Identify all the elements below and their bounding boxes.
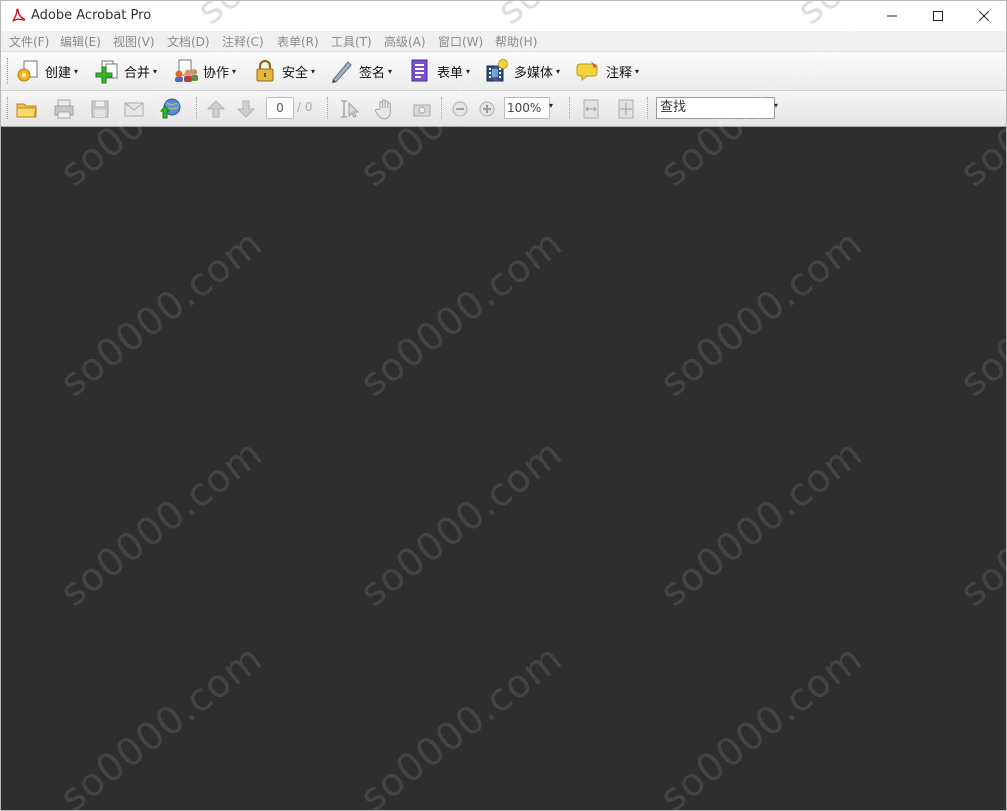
toolbar-grip[interactable] [7,58,10,84]
secure-label: 安全 [282,65,309,81]
maximize-button[interactable] [915,1,961,31]
close-button[interactable] [961,1,1006,31]
sign-dropdown-icon[interactable]: ▾ [388,67,392,76]
create-label: 创建 [45,65,72,81]
print-icon[interactable] [52,97,76,121]
combine-label: 合并 [124,65,151,81]
menu-window[interactable]: 窗口(W) [438,33,483,50]
minimize-icon [887,15,897,17]
menu-file[interactable]: 文件(F) [9,33,49,50]
minimize-button[interactable] [869,1,915,31]
create-pdf-icon [17,60,38,82]
toolbar-separator [569,97,571,119]
comment-dropdown-icon[interactable]: ▾ [635,67,639,76]
combine-dropdown-icon[interactable]: ▾ [153,67,157,76]
create-button[interactable]: 创建 ▾ [15,56,78,86]
open-folder-icon[interactable] [15,97,39,121]
menu-edit[interactable]: 编辑(E) [60,33,101,50]
toolbar-grip[interactable] [7,97,10,119]
close-icon [978,10,990,22]
pen-icon [332,61,352,83]
page-total: / 0 [297,100,313,114]
comment-label: 注释 [606,65,633,81]
menu-view[interactable]: 视图(V) [113,33,155,50]
acrobat-logo-icon [12,8,26,22]
form-icon [411,59,428,82]
zoom-dropdown-icon[interactable]: ▾ [549,101,553,110]
next-page-icon[interactable] [234,97,258,121]
maximize-icon [933,11,943,21]
fit-width-icon[interactable] [579,97,603,121]
toolbar-separator [327,97,329,119]
app-window: Adobe Acrobat Pro 文件(F) 编辑(E) 视图(V) 文档(D… [0,0,1007,811]
page-number-input[interactable]: 0 [266,97,294,119]
hand-tool-icon[interactable] [373,97,397,121]
window-title: Adobe Acrobat Pro [31,8,152,23]
create-dropdown-icon[interactable]: ▾ [74,67,78,76]
sign-label: 签名 [359,65,386,81]
comment-bubble-icon [576,61,598,82]
combine-icon [95,60,118,84]
sign-button[interactable]: 签名 ▾ [329,56,392,86]
select-text-icon[interactable] [337,97,361,121]
lock-icon [256,59,274,82]
secure-dropdown-icon[interactable]: ▾ [311,67,315,76]
secure-button[interactable]: 安全 ▾ [252,56,315,86]
fit-page-icon[interactable] [614,97,638,121]
menu-tools[interactable]: 工具(T) [331,33,372,50]
comment-button[interactable]: 注释 ▾ [576,56,639,86]
multimedia-dropdown-icon[interactable]: ▾ [556,67,560,76]
combine-button[interactable]: 合并 ▾ [94,56,157,86]
zoom-level-input[interactable]: 100% [504,97,550,119]
toolbar-separator [647,97,649,119]
menu-advanced[interactable]: 高级(A) [384,33,426,50]
menu-forms[interactable]: 表单(R) [277,33,319,50]
previous-page-icon[interactable] [204,97,228,121]
